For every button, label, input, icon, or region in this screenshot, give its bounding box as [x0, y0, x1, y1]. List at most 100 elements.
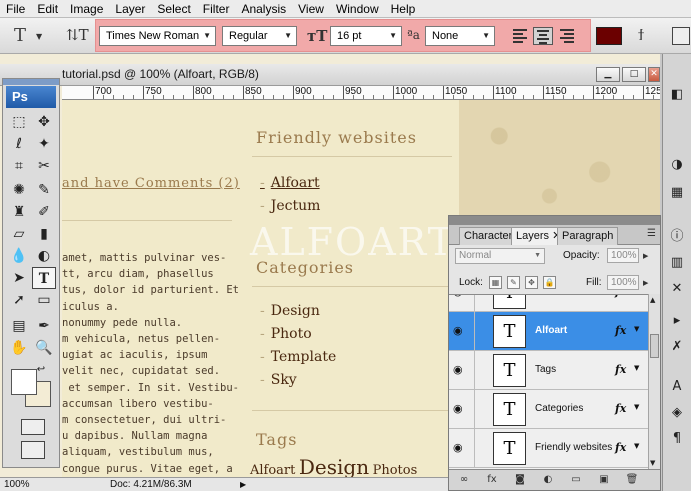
eye-icon[interactable]: ◉ — [453, 364, 469, 376]
category-photo[interactable]: - Photo — [260, 323, 336, 346]
tab-paragraph[interactable]: Paragraph — [557, 227, 619, 245]
healing-brush-icon[interactable]: ✺ — [7, 179, 31, 201]
new-group-icon[interactable]: ▭ — [569, 473, 583, 487]
menu-help[interactable]: Help — [385, 0, 422, 18]
eye-icon[interactable]: ◉ — [453, 442, 469, 454]
layer-name[interactable]: Jectum — [535, 295, 567, 297]
zoom-tool-icon[interactable]: 🔍 — [32, 337, 56, 359]
adjustment-layer-icon[interactable]: ◐ — [541, 473, 555, 487]
type-tool-icon[interactable]: T — [14, 25, 26, 46]
effects-expand-icon[interactable]: ▼ — [634, 364, 639, 372]
lock-position-icon[interactable]: ✥ — [525, 276, 538, 289]
menu-layer[interactable]: Layer — [109, 0, 151, 18]
menu-window[interactable]: Window — [330, 0, 385, 18]
layer-thumbnail[interactable]: T — [493, 315, 526, 348]
panel-menu-icon[interactable]: ☰ — [647, 228, 656, 239]
eye-icon[interactable]: ◉ — [453, 403, 469, 415]
scroll-thumb[interactable] — [650, 334, 659, 358]
swatches-icon[interactable]: ▦ — [666, 182, 688, 204]
layer-row[interactable]: ◉ T Alfoart fx ▼ — [449, 312, 648, 351]
scroll-down-icon[interactable]: ▼ — [650, 459, 655, 467]
tools-presets-icon[interactable]: ✗ — [666, 336, 688, 358]
clone-stamp-icon[interactable]: ♜ — [7, 201, 31, 223]
layers-scrollbar[interactable]: ▲ ▼ — [648, 294, 660, 469]
direct-selection-icon[interactable]: ➚ — [7, 289, 31, 311]
menu-view[interactable]: View — [292, 0, 330, 18]
category-design[interactable]: - Design — [260, 300, 336, 323]
eye-icon[interactable]: ◉ — [453, 325, 469, 337]
visibility-toggle[interactable]: ◉ — [449, 351, 475, 390]
new-layer-icon[interactable]: ▣ — [597, 473, 611, 487]
layer-row[interactable]: ◉ T Friendly websites fx ▼ — [449, 429, 648, 468]
color-icon[interactable]: ◑ — [666, 154, 688, 176]
visibility-toggle[interactable]: ◉ — [449, 295, 475, 312]
blur-tool-icon[interactable]: 💧 — [7, 245, 31, 267]
layer-effects-icon[interactable]: fx — [615, 295, 626, 298]
gradient-tool-icon[interactable]: ▮ — [32, 223, 56, 245]
fill-arrow-icon[interactable]: ▶ — [643, 279, 648, 287]
effects-expand-icon[interactable]: ▼ — [634, 442, 639, 450]
path-selection-icon[interactable]: ➤ — [7, 267, 31, 289]
navigator-icon[interactable]: ◧ — [666, 84, 688, 106]
layer-thumbnail[interactable]: T — [493, 295, 526, 309]
quick-mask-button[interactable] — [21, 419, 45, 435]
warp-text-icon[interactable]: ϯ — [638, 25, 644, 45]
align-right-button[interactable] — [557, 27, 577, 45]
layer-name[interactable]: Categories — [535, 403, 583, 414]
comments-link[interactable]: and have Comments (2) — [62, 176, 240, 191]
category-template[interactable]: - Template — [260, 346, 336, 369]
visibility-toggle[interactable]: ◉ — [449, 312, 475, 351]
layer-name[interactable]: Alfoart — [535, 325, 567, 336]
layer-style-icon[interactable]: fx — [485, 473, 499, 487]
hand-tool-icon[interactable]: ✋ — [7, 337, 31, 359]
tag-photos[interactable]: Photos — [373, 463, 418, 478]
visibility-toggle[interactable]: ◉ — [449, 390, 475, 429]
histogram-icon[interactable]: ▥ — [666, 252, 688, 274]
layer-effects-icon[interactable]: fx — [615, 402, 626, 415]
character-palette-icon[interactable] — [672, 27, 690, 45]
actions-icon[interactable]: ▸ — [666, 310, 688, 332]
effects-expand-icon[interactable]: ▼ — [634, 325, 639, 333]
font-size-select[interactable]: 16 pt ▼ — [330, 26, 402, 46]
layer-name[interactable]: Friendly websites — [535, 442, 612, 453]
maximize-button[interactable]: □ — [622, 67, 646, 82]
text-orientation-icon[interactable]: ⇅T — [66, 26, 89, 44]
text-color-swatch[interactable] — [596, 27, 622, 45]
slice-tool-icon[interactable]: ✂ — [32, 155, 56, 177]
layer-name[interactable]: Tags — [535, 364, 556, 375]
link-layers-icon[interactable]: ∞ — [457, 473, 471, 487]
eye-icon[interactable]: ◉ — [453, 295, 469, 298]
layer-effects-icon[interactable]: fx — [615, 324, 626, 337]
tab-character[interactable]: Character — [459, 227, 518, 245]
layer-thumbnail[interactable]: T — [493, 393, 526, 426]
delete-layer-icon[interactable]: 🗑 — [625, 473, 639, 487]
move-tool-icon[interactable]: ✥ — [32, 111, 56, 133]
lasso-tool-icon[interactable]: ℓ — [7, 133, 31, 155]
history-brush-icon[interactable]: ✐ — [32, 201, 56, 223]
link-jectum[interactable]: - Jectum — [260, 195, 320, 218]
magic-wand-tool-icon[interactable]: ✦ — [32, 133, 56, 155]
styles-icon[interactable]: ✕ — [666, 278, 688, 300]
layers-icon[interactable]: ◈ — [666, 402, 688, 424]
menu-select[interactable]: Select — [151, 0, 196, 18]
layer-row[interactable]: ◉ T Tags fx ▼ — [449, 351, 648, 390]
menu-file[interactable]: File — [0, 0, 31, 18]
effects-expand-icon[interactable]: ▼ — [634, 403, 639, 411]
dodge-tool-icon[interactable]: ◐ — [32, 245, 56, 267]
antialias-select[interactable]: None ▼ — [425, 26, 495, 46]
font-family-select[interactable]: Times New Roman ▼ — [99, 26, 216, 46]
menu-image[interactable]: Image — [64, 0, 109, 18]
layer-thumbnail[interactable]: T — [493, 432, 526, 465]
panel-title-bar[interactable] — [449, 216, 660, 225]
layer-thumbnail[interactable]: T — [493, 354, 526, 387]
tag-alfoart[interactable]: Alfoart — [250, 463, 295, 478]
lock-all-icon[interactable]: 🔒 — [543, 276, 556, 289]
menu-edit[interactable]: Edit — [31, 0, 64, 18]
foreground-color-swatch[interactable] — [11, 369, 37, 395]
link-alfoart[interactable]: - Alfoart — [260, 172, 320, 195]
opacity-arrow-icon[interactable]: ▶ — [643, 252, 648, 260]
type-tool-icon[interactable]: T — [32, 267, 56, 289]
shape-tool-icon[interactable]: ▭ — [32, 289, 56, 311]
menu-analysis[interactable]: Analysis — [235, 0, 292, 18]
notes-tool-icon[interactable]: ▤ — [7, 315, 31, 337]
